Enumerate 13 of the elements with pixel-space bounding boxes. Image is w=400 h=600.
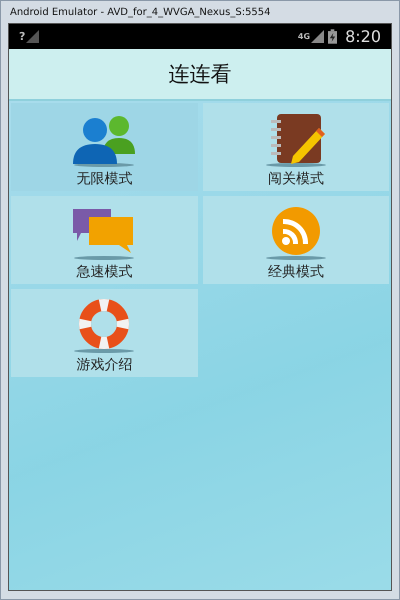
clock: 8:20 [345,27,381,46]
window-title: Android Emulator - AVD_for_4_WVGA_Nexus_S:5554 [9,6,271,18]
network-label: 4G [298,32,310,41]
battery-icon [328,29,338,44]
menu-tile[interactable]: 闯关模式 [202,103,389,191]
app-title: 连连看 [168,61,232,88]
menu-tile[interactable]: 经典模式 [202,196,389,284]
signal-icon [26,30,40,43]
menu-tile[interactable]: 急速模式 [11,196,198,284]
menu-tile[interactable]: 游戏介绍 [11,289,198,377]
sim-mark: ? [19,30,26,43]
menu-tile[interactable]: 无限模式 [11,103,198,191]
signal-icon [311,30,324,43]
